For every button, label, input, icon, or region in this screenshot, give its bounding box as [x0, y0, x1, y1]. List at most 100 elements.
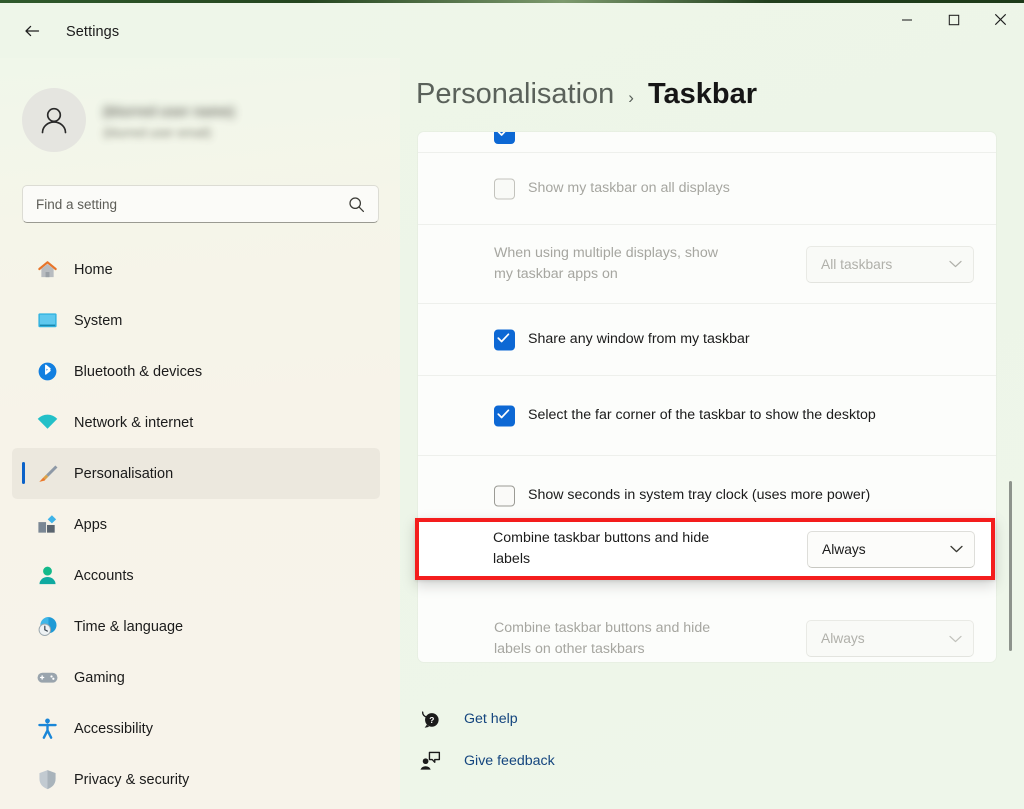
apps-icon — [34, 512, 60, 538]
bluetooth-icon — [34, 359, 60, 385]
sidebar-nav: Home System Bluetooth & devices Network … — [12, 244, 380, 805]
checkbox-show-taskbar-all-displays[interactable] — [494, 178, 515, 199]
dropdown-value: Always — [821, 631, 865, 646]
settings-row-label: When using multiple displays, show my ta… — [494, 245, 718, 282]
dropdown-combine-taskbar-buttons[interactable]: Always — [807, 530, 975, 568]
breadcrumb: Personalisation › Taskbar — [416, 78, 757, 111]
sidebar-item-label: Accounts — [74, 567, 134, 584]
person-avatar-icon — [41, 107, 67, 134]
back-arrow-icon — [25, 25, 40, 37]
sidebar-item-time-language[interactable]: Time & language — [12, 601, 380, 652]
breadcrumb-parent[interactable]: Personalisation — [416, 78, 614, 111]
avatar — [22, 88, 86, 152]
sidebar-item-privacy-security[interactable]: Privacy & security — [12, 754, 380, 805]
page-title: Taskbar — [647, 78, 758, 110]
sidebar-item-system[interactable]: System — [12, 295, 380, 346]
checkbox-share-any-window[interactable] — [494, 329, 515, 350]
paintbrush-icon — [34, 461, 60, 487]
settings-row[interactable]: Share any window from my taskbar — [418, 303, 996, 375]
window-title: Settings — [66, 24, 120, 40]
sidebar-item-personalisation[interactable]: Personalisation — [12, 448, 380, 499]
checkbox-partial[interactable] — [494, 132, 515, 144]
feedback-icon — [418, 750, 442, 772]
sidebar-item-label: Network & internet — [74, 414, 194, 431]
settings-row[interactable]: Show my taskbar on all displays — [418, 152, 996, 224]
link-label: Give feedback — [464, 753, 555, 769]
sidebar-item-accessibility[interactable]: Accessibility — [12, 703, 380, 754]
sidebar-item-label: Apps — [74, 516, 108, 533]
accessibility-icon — [34, 716, 60, 742]
dropdown-value: All taskbars — [821, 256, 893, 272]
help-question-icon: ? — [418, 708, 442, 730]
accounts-icon — [34, 563, 60, 589]
wifi-icon — [34, 410, 60, 436]
close-button[interactable] — [977, 3, 1024, 36]
home-icon — [34, 257, 60, 283]
breadcrumb-separator-icon: › — [628, 88, 634, 107]
settings-row-label: Combine taskbar buttons and hide labels — [493, 530, 710, 567]
maximize-icon — [948, 14, 959, 25]
shield-icon — [34, 767, 60, 793]
maximize-button[interactable] — [930, 3, 977, 36]
settings-row-partial — [418, 132, 996, 152]
user-name: (blurred user name) — [103, 102, 235, 119]
settings-window: Settings (blurred user name) (blurred us… — [0, 0, 1024, 809]
user-email: (blurred user email) — [103, 125, 212, 140]
sidebar-item-bluetooth-devices[interactable]: Bluetooth & devices — [12, 346, 380, 397]
sidebar-item-label: Gaming — [74, 669, 125, 686]
footer-links: ? Get help Give feedback — [418, 698, 555, 782]
dropdown-combine-other-taskbars[interactable]: Always — [806, 620, 974, 657]
sidebar-item-gaming[interactable]: Gaming — [12, 652, 380, 703]
settings-row[interactable]: Select the far corner of the taskbar to … — [418, 375, 996, 455]
close-icon — [994, 13, 1007, 26]
sidebar: (blurred user name) (blurred user email)… — [0, 58, 400, 809]
scrollbar-track[interactable] — [1009, 136, 1012, 656]
sidebar-item-label: Home — [74, 261, 113, 278]
search-icon — [348, 196, 365, 218]
search-input[interactable]: Find a setting — [22, 185, 379, 223]
scrollbar-thumb[interactable] — [1009, 481, 1012, 651]
main-content: Personalisation › Taskbar Show my taskba… — [400, 58, 1024, 809]
settings-row[interactable]: When using multiple displays, show my ta… — [418, 224, 996, 303]
search-placeholder: Find a setting — [36, 196, 118, 212]
sidebar-item-network-internet[interactable]: Network & internet — [12, 397, 380, 448]
link-label: Get help — [464, 711, 518, 727]
settings-row-label: Share any window from my taskbar — [528, 331, 750, 348]
settings-row-label: Show seconds in system tray clock (uses … — [528, 487, 871, 504]
sidebar-item-label: Personalisation — [74, 465, 174, 482]
minimize-button[interactable] — [883, 3, 930, 36]
user-profile[interactable]: (blurred user name) (blurred user email) — [22, 88, 234, 152]
sidebar-item-home[interactable]: Home — [12, 244, 380, 295]
dropdown-value: Always — [822, 541, 866, 557]
settings-card: Show my taskbar on all displays When usi… — [418, 132, 996, 662]
sidebar-item-accounts[interactable]: Accounts — [12, 550, 380, 601]
sidebar-item-label: Privacy & security — [74, 771, 190, 788]
svg-text:?: ? — [429, 715, 434, 725]
checkbox-show-seconds-tray-clock[interactable] — [494, 485, 515, 506]
highlighted-setting-surface: Combine taskbar buttons and hide labels … — [415, 518, 995, 580]
sidebar-item-label: Accessibility — [74, 720, 153, 737]
sidebar-item-apps[interactable]: Apps — [12, 499, 380, 550]
title-bar: Settings — [0, 3, 1024, 58]
checkbox-far-corner-show-desktop[interactable] — [494, 405, 515, 426]
settings-row-label: Show my taskbar on all displays — [528, 180, 730, 197]
window-controls — [883, 3, 1024, 36]
settings-row-label: Select the far corner of the taskbar to … — [528, 407, 876, 424]
sidebar-item-label: System — [74, 312, 123, 329]
get-help-link[interactable]: ? Get help — [418, 698, 555, 740]
sidebar-item-label: Bluetooth & devices — [74, 363, 203, 380]
give-feedback-link[interactable]: Give feedback — [418, 740, 555, 782]
dropdown-multiple-displays-apps[interactable]: All taskbars — [806, 245, 974, 283]
sidebar-item-label: Time & language — [74, 618, 184, 635]
system-icon — [34, 308, 60, 334]
settings-row-label: Combine taskbar buttons and hide labels … — [494, 619, 711, 657]
gamepad-icon — [34, 665, 60, 691]
minimize-icon — [901, 18, 912, 21]
clock-globe-icon — [34, 614, 60, 640]
chevron-down-icon — [949, 630, 962, 648]
back-button[interactable] — [14, 15, 50, 47]
chevron-down-icon — [949, 255, 962, 273]
settings-row-combine-taskbar-buttons[interactable]: Combine taskbar buttons and hide labels … — [415, 518, 995, 580]
chevron-down-icon — [950, 540, 963, 558]
settings-row[interactable]: Combine taskbar buttons and hide labels … — [418, 599, 996, 662]
